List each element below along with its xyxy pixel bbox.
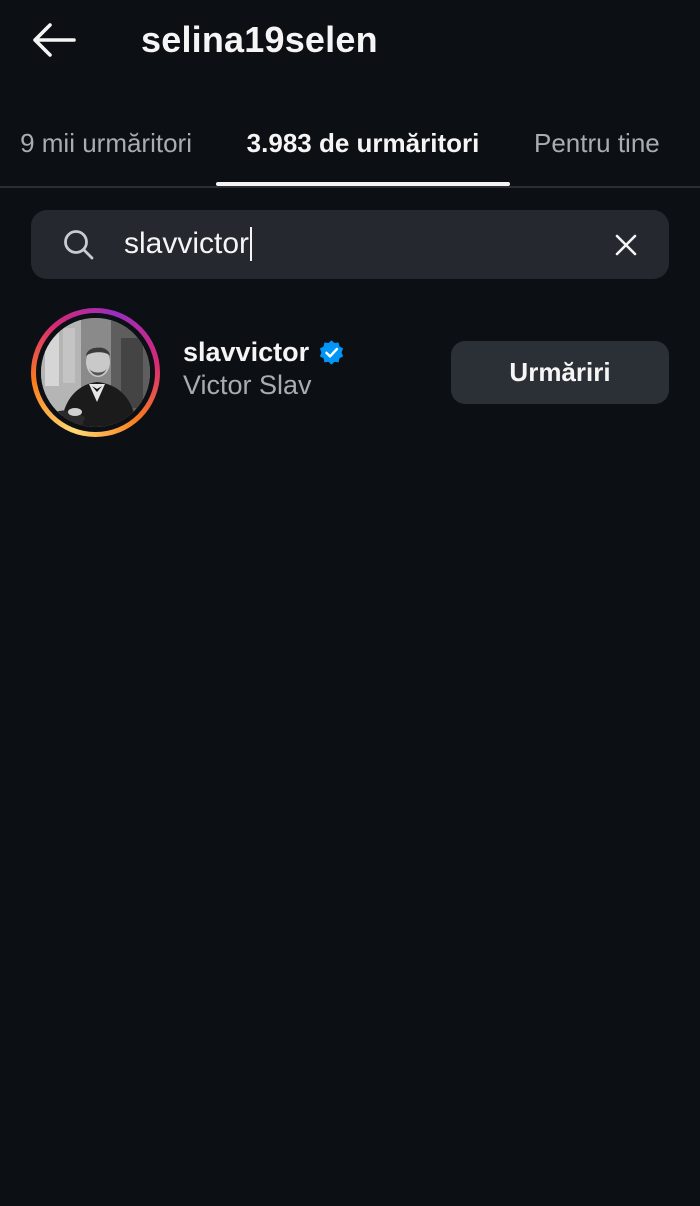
text-cursor	[250, 227, 253, 261]
page-title: selina19selen	[141, 19, 378, 60]
verified-badge-icon	[319, 339, 344, 365]
tab-for-you[interactable]: Pentru tine	[520, 100, 700, 186]
arrow-left-icon	[33, 23, 76, 57]
search-icon	[64, 230, 94, 260]
profile-photo	[41, 318, 150, 427]
top-bar: selina19selen	[0, 0, 700, 82]
search-input[interactable]: slavvictor	[124, 222, 594, 266]
username[interactable]: slavvictor	[183, 337, 309, 368]
list-item[interactable]: slavvictor Victor Slav Urmăriri	[0, 300, 700, 444]
tab-following[interactable]: 9 mii urmăritori	[0, 100, 192, 186]
follow-tabs: 9 mii urmăritori 3.983 de urmăritori Pen…	[0, 100, 700, 188]
search-bar[interactable]: slavvictor	[31, 210, 669, 279]
active-tab-indicator	[216, 182, 510, 186]
following-button[interactable]: Urmăriri	[451, 341, 669, 404]
back-button[interactable]	[26, 18, 82, 62]
close-icon[interactable]	[611, 230, 641, 260]
tab-followers[interactable]: 3.983 de urmăritori	[216, 100, 510, 186]
search-input-value: slavvictor	[124, 227, 250, 260]
full-name: Victor Slav	[183, 370, 312, 400]
story-ring[interactable]	[31, 308, 160, 437]
avatar[interactable]	[41, 318, 150, 427]
